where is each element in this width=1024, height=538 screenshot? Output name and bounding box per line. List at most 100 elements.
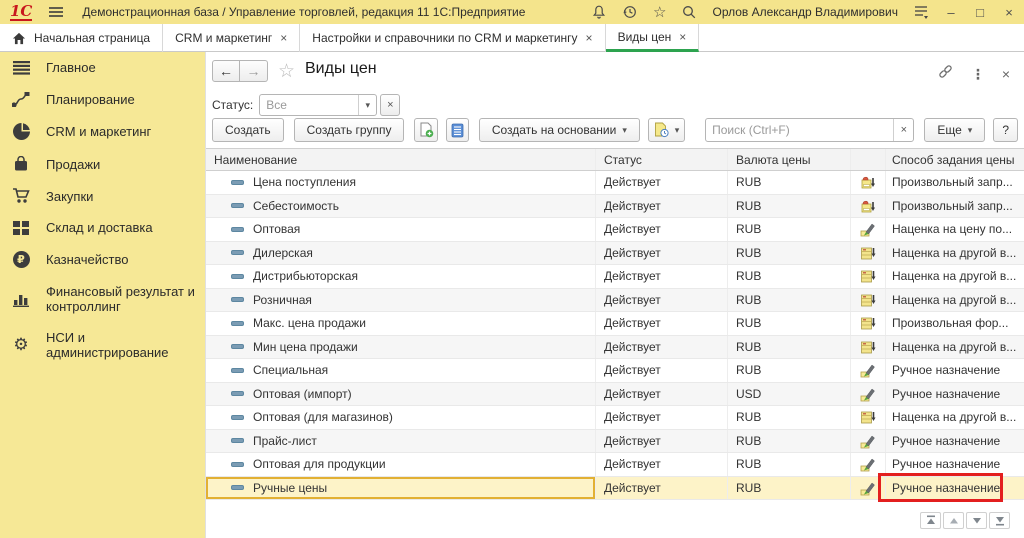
scroll-last-button[interactable] bbox=[989, 512, 1010, 529]
minimize-button[interactable]: – bbox=[944, 5, 958, 20]
table-row[interactable]: Оптовая (импорт) Действует USD Ручное на… bbox=[206, 383, 1024, 407]
scroll-first-button[interactable] bbox=[920, 512, 941, 529]
tab-close-icon[interactable]: × bbox=[586, 33, 593, 43]
copy-item-button[interactable] bbox=[414, 118, 437, 142]
sidebar-item-crm[interactable]: CRM и маркетинг bbox=[0, 115, 205, 148]
method-cell: Ручное назначение bbox=[885, 359, 1024, 382]
global-search-icon[interactable] bbox=[681, 4, 697, 20]
service-menu-icon[interactable] bbox=[913, 4, 929, 20]
list-settings-button[interactable] bbox=[446, 118, 469, 142]
tab-close-icon[interactable]: × bbox=[679, 32, 686, 42]
notifications-bell-icon[interactable] bbox=[591, 4, 607, 20]
history-report-button[interactable]: ▾ bbox=[648, 118, 685, 142]
scroll-up-button[interactable] bbox=[943, 512, 964, 529]
item-bullet-icon bbox=[231, 250, 244, 255]
table-row[interactable]: Ручные цены Действует RUB Ручное назначе… bbox=[206, 477, 1024, 501]
table-method-icon bbox=[860, 409, 876, 425]
price-type-name: Макс. цена продажи bbox=[253, 316, 366, 330]
table-row[interactable]: Специальная Действует RUB Ручное назначе… bbox=[206, 359, 1024, 383]
help-button[interactable]: ? bbox=[993, 118, 1018, 142]
tab-price-types[interactable]: Виды цен × bbox=[606, 24, 700, 52]
tab-crm-marketing[interactable]: CRM и маркетинг × bbox=[163, 24, 300, 52]
forward-button[interactable]: → bbox=[240, 60, 268, 82]
sidebar-item-main[interactable]: Главное bbox=[0, 52, 205, 83]
sidebar-item-finance[interactable]: Финансовый результат и контроллинг bbox=[0, 276, 205, 322]
table-row[interactable]: Оптовая (для магазинов) Действует RUB На… bbox=[206, 406, 1024, 430]
tab-crm-settings[interactable]: Настройки и справочники по CRM и маркети… bbox=[300, 24, 605, 52]
table-row[interactable]: Цена поступления Действует RUB Произволь… bbox=[206, 171, 1024, 195]
close-form-icon[interactable]: × bbox=[1002, 66, 1010, 82]
status-cell: Действует bbox=[595, 171, 727, 194]
method-cell: Наценка на другой в... bbox=[885, 242, 1024, 265]
scroll-down-button[interactable] bbox=[966, 512, 987, 529]
status-cell: Действует bbox=[595, 430, 727, 453]
status-filter-combobox[interactable]: Все ▾ bbox=[259, 94, 377, 116]
table-row[interactable]: Дилерская Действует RUB Наценка на друго… bbox=[206, 242, 1024, 266]
pie-chart-icon bbox=[10, 123, 32, 140]
column-header-status[interactable]: Статус bbox=[595, 149, 727, 170]
status-cell: Действует bbox=[595, 383, 727, 406]
sidebar-item-treasury[interactable]: ₽ Казначейство bbox=[0, 243, 205, 276]
back-button[interactable]: ← bbox=[212, 60, 240, 82]
maximize-button[interactable]: □ bbox=[973, 5, 987, 20]
currency-cell: RUB bbox=[727, 359, 850, 382]
table-row[interactable]: Оптовая Действует RUB Наценка на цену по… bbox=[206, 218, 1024, 242]
search-clear-icon[interactable]: × bbox=[893, 119, 913, 141]
item-bullet-icon bbox=[231, 485, 244, 490]
more-button[interactable]: Еще ▾ bbox=[924, 118, 985, 142]
table-row[interactable]: Прайс-лист Действует RUB Ручное назначен… bbox=[206, 430, 1024, 454]
method-cell: Ручное назначение bbox=[885, 453, 1024, 476]
table-row[interactable]: Розничная Действует RUB Наценка на друго… bbox=[206, 289, 1024, 313]
column-header-icon[interactable] bbox=[850, 149, 885, 170]
window-title: Демонстрационная база / Управление торго… bbox=[82, 5, 525, 19]
sidebar-item-purchases[interactable]: Закупки bbox=[0, 180, 205, 212]
history-icon[interactable] bbox=[622, 4, 638, 20]
close-window-button[interactable]: × bbox=[1002, 5, 1016, 20]
create-button[interactable]: Создать bbox=[212, 118, 284, 142]
chevron-down-icon[interactable]: ▾ bbox=[358, 95, 376, 115]
favorites-star-icon[interactable]: ☆ bbox=[653, 5, 666, 20]
table-row[interactable]: Дистрибьюторская Действует RUB Наценка н… bbox=[206, 265, 1024, 289]
create-group-button[interactable]: Создать группу bbox=[294, 118, 405, 142]
window-title-bar: 1С Демонстрационная база / Управление то… bbox=[0, 0, 1024, 24]
tab-home[interactable]: Начальная страница bbox=[0, 24, 163, 52]
table-row[interactable]: Макс. цена продажи Действует RUB Произво… bbox=[206, 312, 1024, 336]
add-favorite-star-icon[interactable]: ☆ bbox=[278, 60, 295, 83]
pencil-method-icon bbox=[860, 386, 876, 402]
sidebar-item-planning[interactable]: Планирование bbox=[0, 83, 205, 115]
column-header-name[interactable]: Наименование bbox=[206, 149, 595, 170]
column-header-currency[interactable]: Валюта цены bbox=[727, 149, 850, 170]
price-type-name: Себестоимость bbox=[253, 199, 339, 213]
sidebar-item-warehouse[interactable]: Склад и доставка bbox=[0, 212, 205, 243]
table-row[interactable]: Себестоимость Действует RUB Произвольный… bbox=[206, 195, 1024, 219]
main-menu-icon[interactable] bbox=[48, 6, 64, 18]
price-type-name: Ручные цены bbox=[253, 481, 327, 495]
price-type-name: Мин цена продажи bbox=[253, 340, 358, 354]
column-header-method[interactable]: Способ задания цены bbox=[885, 149, 1024, 170]
currency-cell: RUB bbox=[727, 406, 850, 429]
table-row[interactable]: Оптовая для продукции Действует RUB Ручн… bbox=[206, 453, 1024, 477]
create-based-on-button[interactable]: Создать на основании ▾ bbox=[479, 118, 640, 142]
status-cell: Действует bbox=[595, 477, 727, 500]
more-menu-icon[interactable]: ⋮ bbox=[971, 66, 985, 83]
table-row[interactable]: Мин цена продажи Действует RUB Наценка н… bbox=[206, 336, 1024, 360]
method-icon-cell bbox=[850, 359, 885, 382]
status-cell: Действует bbox=[595, 453, 727, 476]
current-user-name: Орлов Александр Владимирович bbox=[712, 5, 898, 19]
item-bullet-icon bbox=[231, 438, 244, 443]
status-cell: Действует bbox=[595, 242, 727, 265]
tab-close-icon[interactable]: × bbox=[280, 33, 287, 43]
item-bullet-icon bbox=[231, 391, 244, 396]
ruble-circle-icon: ₽ bbox=[10, 251, 32, 268]
price-type-name: Прайс-лист bbox=[253, 434, 317, 448]
method-icon-cell bbox=[850, 289, 885, 312]
status-cell: Действует bbox=[595, 312, 727, 335]
sidebar-item-sales[interactable]: Продажи bbox=[0, 148, 205, 180]
method-cell: Произвольная фор... bbox=[885, 312, 1024, 335]
get-link-icon[interactable] bbox=[937, 63, 954, 85]
pencil-method-icon bbox=[860, 221, 876, 237]
item-bullet-icon bbox=[231, 344, 244, 349]
sidebar-item-admin[interactable]: ⚙ НСИ и администрирование bbox=[0, 322, 205, 368]
search-input[interactable] bbox=[706, 123, 893, 137]
status-filter-clear-button[interactable]: × bbox=[380, 94, 400, 116]
